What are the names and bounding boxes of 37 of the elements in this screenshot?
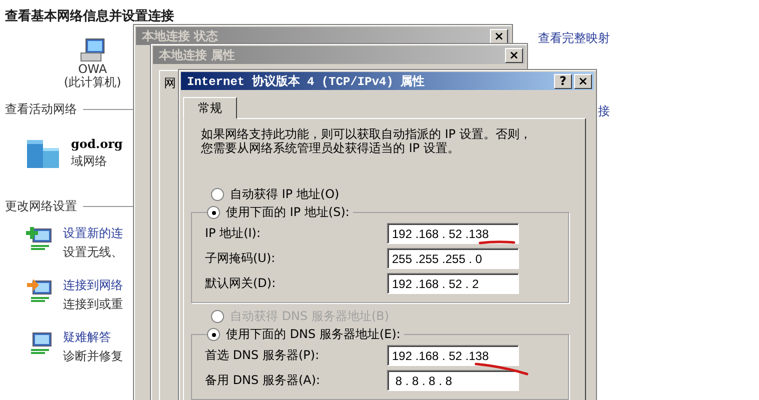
network-type: 域网络	[71, 152, 108, 170]
ip-address-field[interactable]: 8 . 8 . 8 . 8	[387, 370, 519, 391]
field-label: IP 地址(I):	[205, 225, 262, 242]
map-link[interactable]: 查看完整映射	[538, 30, 610, 47]
close-button[interactable]: ×	[490, 28, 508, 44]
window-title: 本地连接 属性	[159, 46, 236, 64]
field-label: 子网掩码(U):	[205, 250, 276, 267]
task-link[interactable]: 连接到网络	[63, 277, 123, 294]
close-button[interactable]: ×	[574, 74, 592, 88]
description-text: 如果网络支持此功能，则可以获取自动指派的 IP 设置。否则，	[201, 127, 532, 141]
computer-label: (此计算机)	[64, 76, 122, 89]
ip-address-field[interactable]: 192 .168 . 52 .138	[387, 345, 519, 366]
window-title: Internet 协议版本 4 (TCP/IPv4) 属性	[187, 74, 425, 90]
tab[interactable]: 常规	[183, 97, 237, 119]
page-title: 查看基本网络信息并设置连接	[5, 8, 174, 25]
task-description: 诊断并修复	[63, 348, 123, 365]
ip-address-field[interactable]: 192 .168 . 52 . 2	[387, 273, 519, 294]
connect-link[interactable]: 接	[598, 103, 610, 120]
ip-address-field[interactable]: 255 .255 .255 . 0	[387, 248, 519, 269]
field-label: 首选 DNS 服务器(P):	[205, 347, 320, 364]
task-description: 连接到或重	[63, 296, 123, 313]
ip-address-field[interactable]: 192 .168 . 52 .138	[387, 223, 519, 244]
network-name: god.org	[71, 136, 123, 150]
close-button[interactable]: ×	[505, 48, 523, 62]
computer-icon	[78, 37, 106, 63]
task-link[interactable]: 疑难解答	[63, 329, 123, 346]
tab[interactable]: 网	[164, 76, 176, 90]
field-label: 默认网关(D):	[205, 275, 277, 292]
task-description: 设置无线、	[63, 244, 123, 261]
task-link[interactable]: 设置新的连	[63, 225, 123, 242]
help-button[interactable]: ?	[554, 74, 572, 88]
computer-name: OWA	[78, 63, 107, 76]
description-text: 您需要从网络系统管理员处获得适当的 IP 设置。	[201, 141, 460, 155]
section-heading: 更改网络设置	[5, 198, 77, 215]
section-heading: 查看活动网络	[5, 101, 77, 118]
window-title: 本地连接 状态	[142, 28, 218, 44]
field-label: 备用 DNS 服务器(A):	[205, 372, 322, 389]
